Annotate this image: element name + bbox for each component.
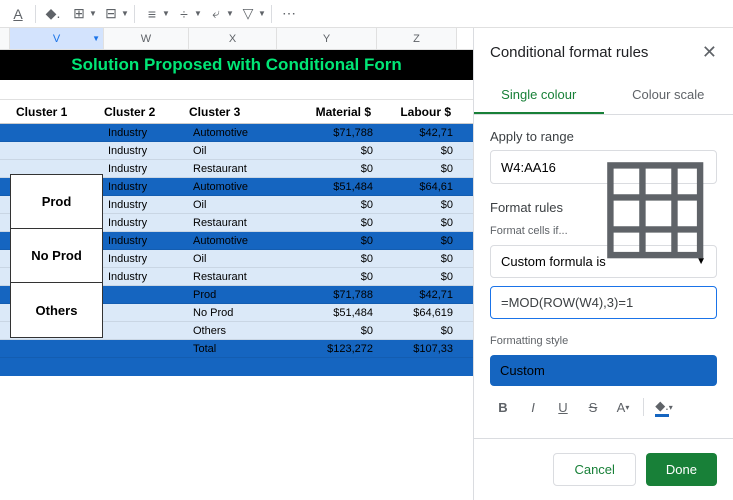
style-preview[interactable]: Custom bbox=[490, 355, 717, 386]
table-row[interactable]: IndustryOil$0$0 bbox=[0, 142, 473, 160]
apply-range-label: Apply to range bbox=[490, 129, 717, 144]
col-header-x[interactable]: X bbox=[189, 28, 277, 49]
done-button[interactable]: Done bbox=[646, 453, 717, 486]
title-cell[interactable]: Solution Proposed with Conditional Forn bbox=[0, 50, 473, 80]
col-header-v[interactable]: V▼ bbox=[10, 28, 104, 49]
conditional-format-panel: Conditional format rules ✕ Single colour… bbox=[473, 28, 733, 500]
select-range-icon[interactable] bbox=[604, 159, 707, 175]
style-label: Formatting style bbox=[490, 335, 717, 347]
column-headers: V▼ W X Y Z bbox=[0, 28, 473, 50]
close-icon[interactable]: ✕ bbox=[702, 42, 717, 63]
table-header: Cluster 1 Cluster 2 Cluster 3 Material $… bbox=[0, 100, 473, 124]
tab-colour-scale[interactable]: Colour scale bbox=[604, 77, 733, 114]
formula-input[interactable]: =MOD(ROW(W4),3)=1 bbox=[490, 286, 717, 319]
col-header-y[interactable]: Y bbox=[277, 28, 377, 49]
text-color-button[interactable]: A▾ bbox=[610, 394, 636, 420]
fill-color-button[interactable]: ◆. bbox=[41, 2, 65, 26]
cluster-noprod[interactable]: No Prod bbox=[11, 229, 102, 283]
italic-button[interactable]: I bbox=[520, 394, 546, 420]
fill-style-button[interactable]: ◆.▾ bbox=[651, 394, 677, 420]
halign-button[interactable]: ≡ bbox=[140, 2, 164, 26]
bold-button[interactable]: B bbox=[490, 394, 516, 420]
cluster-prod[interactable]: Prod bbox=[11, 175, 102, 229]
borders-button[interactable]: ⊞ bbox=[67, 2, 91, 26]
wrap-button[interactable]: ⤶ bbox=[204, 2, 228, 26]
chevron-down-icon: ▼ bbox=[696, 256, 706, 267]
table-row[interactable]: IndustryAutomotive$71,788$42,71 bbox=[0, 124, 473, 142]
panel-title: Conditional format rules bbox=[490, 44, 648, 61]
merge-button[interactable]: ⊟ bbox=[99, 2, 123, 26]
rotate-button[interactable]: ▽ bbox=[236, 2, 260, 26]
cluster-others[interactable]: Others bbox=[11, 283, 102, 337]
toolbar: A ◆. ⊞▼ ⊟▼ ≡▼ ÷▼ ⤶▼ ▽▼ ⋯ bbox=[0, 0, 733, 28]
table-row[interactable]: Total$123,272$107,33 bbox=[0, 340, 473, 358]
spreadsheet[interactable]: V▼ W X Y Z Solution Proposed with Condit… bbox=[0, 28, 473, 500]
underline-button[interactable]: U bbox=[550, 394, 576, 420]
cluster-column: Prod No Prod Others bbox=[10, 174, 103, 338]
strikethrough-button[interactable]: A bbox=[6, 2, 30, 26]
valign-button[interactable]: ÷ bbox=[172, 2, 196, 26]
col-header-z[interactable]: Z bbox=[377, 28, 457, 49]
col-header-w[interactable]: W bbox=[104, 28, 189, 49]
range-input[interactable]: W4:AA16 bbox=[490, 150, 717, 184]
strike-button[interactable]: S bbox=[580, 394, 606, 420]
more-button[interactable]: ⋯ bbox=[277, 2, 301, 26]
tab-single-colour[interactable]: Single colour bbox=[474, 77, 604, 114]
cancel-button[interactable]: Cancel bbox=[553, 453, 635, 486]
